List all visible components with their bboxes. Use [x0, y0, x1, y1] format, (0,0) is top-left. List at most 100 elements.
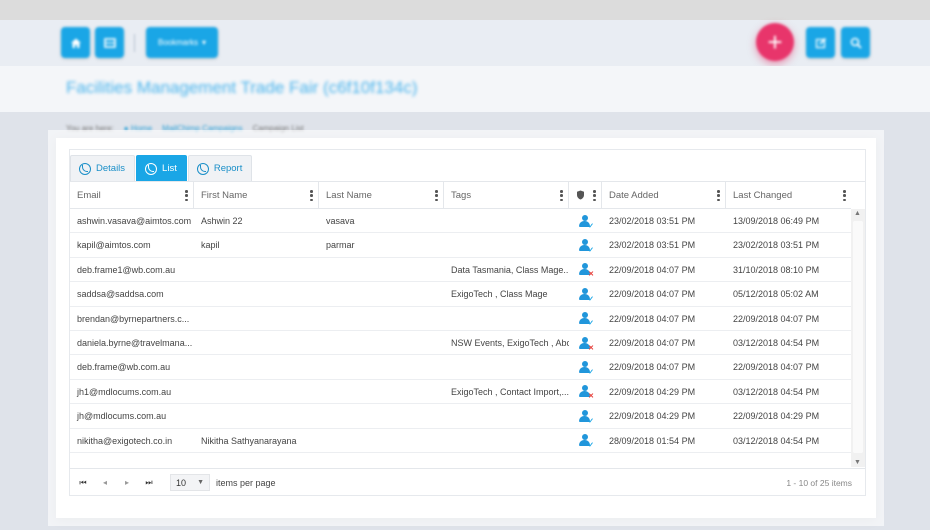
cell-added: 22/09/2018 04:07 PM	[609, 338, 696, 348]
header-divider	[134, 34, 135, 52]
cell-tags: ExigoTech , Class Mage	[451, 289, 548, 300]
page-size-label: items per page	[216, 477, 276, 488]
column-header-subscribed[interactable]	[569, 182, 602, 208]
pager: ⏮ ◂ ▸ ⏭ 10 ▼ items per page 1 - 10 of 25…	[70, 468, 865, 496]
cell-email: ashwin.vasava@aimtos.com	[77, 216, 192, 226]
subscription-status-cell: ✓	[569, 233, 602, 257]
cell-last	[319, 380, 444, 404]
table-row[interactable]: jh1@mdlocums.com.au ExigoTech , Contact I…	[70, 380, 851, 405]
column-menu-icon[interactable]	[310, 190, 313, 201]
content-panel: Details List Report Email First Name Las…	[56, 138, 876, 518]
table-row[interactable]: daniela.byrne@travelmana... NSW Events, E…	[70, 331, 851, 356]
column-menu-icon[interactable]	[185, 190, 188, 201]
cell-added: 28/09/2018 01:54 PM	[609, 435, 696, 446]
home-button[interactable]	[61, 27, 90, 58]
cell-added: 22/09/2018 04:07 PM	[609, 264, 696, 275]
scroll-down-icon[interactable]: ▼	[854, 459, 861, 466]
column-title: Last Changed	[733, 189, 793, 201]
column-menu-icon[interactable]	[560, 190, 563, 201]
cell-tags	[444, 233, 569, 257]
column-header-last-changed[interactable]: Last Changed	[726, 182, 851, 208]
breadcrumb-section[interactable]: MailChimp Campaigns	[162, 124, 242, 133]
table-row[interactable]: kapil@aimtos.com kapil parmar ✓ 23/02/2018 0…	[70, 233, 851, 258]
table-row[interactable]: saddsa@saddsa.com ExigoTech , Class Mage ✓…	[70, 282, 851, 307]
column-title: Email	[77, 189, 101, 201]
cell-added: 22/09/2018 04:07 PM	[609, 289, 696, 300]
cell-email: jh@mdlocums.com.au	[77, 411, 167, 422]
cell-tags	[444, 355, 569, 379]
column-header-first-name[interactable]: First Name	[194, 182, 319, 208]
next-page-button[interactable]: ▸	[116, 473, 138, 493]
subscription-status-cell: ✓	[569, 209, 602, 233]
cell-changed: 03/12/2018 04:54 PM	[733, 386, 820, 397]
cell-added: 22/09/2018 04:29 PM	[609, 386, 696, 397]
cell-first	[194, 355, 319, 379]
cell-changed: 13/09/2018 06:49 PM	[733, 216, 820, 226]
table-row[interactable]: jh@mdlocums.com.au ✓ 22/09/2018 04:29 PM 22…	[70, 404, 851, 429]
table-row[interactable]: nikitha@exigotech.co.in Nikitha Sathyanar…	[70, 429, 851, 453]
cell-last: parmar	[326, 240, 355, 251]
subscribed-user-icon: ✓	[579, 312, 594, 327]
tab-report[interactable]: Report	[187, 155, 253, 181]
cell-first: kapil	[201, 240, 220, 251]
bookmarks-dropdown[interactable]: Bookmarks ▾	[146, 27, 218, 58]
table-row[interactable]: deb.frame@wb.com.au ✓ 22/09/2018 04:07 PM 2…	[70, 355, 851, 380]
column-header-tags[interactable]: Tags	[444, 182, 569, 208]
search-button[interactable]	[841, 27, 870, 58]
cell-email: saddsa@saddsa.com	[77, 289, 164, 300]
scroll-up-icon[interactable]: ▲	[854, 210, 861, 217]
page-size-select[interactable]: 10 ▼	[170, 474, 210, 491]
column-header-last-name[interactable]: Last Name	[319, 182, 444, 208]
grid-header: Email First Name Last Name Tags Date Add…	[70, 182, 851, 209]
column-menu-icon[interactable]	[843, 190, 846, 201]
tab-label: List	[162, 163, 177, 174]
column-menu-icon[interactable]	[717, 190, 720, 201]
unsubscribed-user-icon: ✕	[579, 263, 594, 278]
cell-first	[194, 258, 319, 282]
first-page-button[interactable]: ⏮	[72, 473, 94, 493]
cell-first	[194, 404, 319, 428]
add-button[interactable]: +	[756, 23, 794, 61]
cell-tags: ExigoTech , Contact Import,...	[451, 386, 569, 397]
column-menu-icon[interactable]	[435, 190, 438, 201]
edit-icon	[815, 37, 826, 48]
breadcrumb-prefix: You are here:	[66, 124, 114, 133]
cell-last	[319, 331, 444, 355]
page-title: Facilities Management Trade Fair (c6f10f…	[66, 78, 418, 97]
cell-first	[194, 331, 319, 355]
last-page-button[interactable]: ⏭	[138, 473, 160, 493]
unsubscribed-user-icon: ✕	[579, 336, 594, 352]
cell-last	[319, 258, 444, 282]
tab-details[interactable]: Details	[70, 155, 136, 181]
cell-changed: 31/10/2018 08:10 PM	[733, 264, 820, 275]
column-title: Date Added	[609, 189, 659, 201]
previous-page-button[interactable]: ◂	[94, 473, 116, 493]
subscribed-user-icon: ✓	[579, 434, 594, 449]
edit-button[interactable]	[806, 27, 835, 58]
scrollbar-thumb[interactable]	[853, 221, 863, 453]
cell-first: Ashwin 22	[201, 216, 243, 226]
plus-icon: +	[767, 26, 783, 57]
cell-last: vasava	[326, 216, 355, 226]
tab-list[interactable]: List	[136, 155, 187, 181]
grid-icon	[103, 37, 116, 48]
subscription-status-cell: ✕	[569, 258, 602, 282]
vertical-scrollbar[interactable]: ▲ ▼	[851, 209, 865, 467]
menu-button[interactable]	[95, 27, 124, 58]
cell-tags	[444, 307, 569, 331]
subscribed-user-icon: ✓	[579, 214, 594, 230]
table-row[interactable]: brendan@byrnepartners.c... ✓ 22/09/2018 04…	[70, 307, 851, 331]
column-menu-icon[interactable]	[593, 190, 596, 201]
mailchimp-icon	[79, 162, 91, 175]
column-header-email[interactable]: Email	[70, 182, 194, 208]
cell-changed: 05/12/2018 05:02 AM	[733, 289, 819, 300]
tab-label: Details	[96, 163, 126, 174]
breadcrumb: You are here: ● Home MailChimp Campaigns…	[66, 124, 304, 133]
breadcrumb-home[interactable]: ● Home	[124, 124, 152, 133]
column-header-date-added[interactable]: Date Added	[602, 182, 726, 208]
cell-tags	[444, 429, 569, 453]
cell-email: brendan@byrnepartners.c...	[77, 313, 190, 324]
column-title: Tags	[451, 189, 472, 201]
table-row[interactable]: ashwin.vasava@aimtos.com Ashwin 22 vasava ✓…	[70, 209, 851, 234]
table-row[interactable]: deb.frame1@wb.com.au Data Tasmania, Class…	[70, 258, 851, 283]
